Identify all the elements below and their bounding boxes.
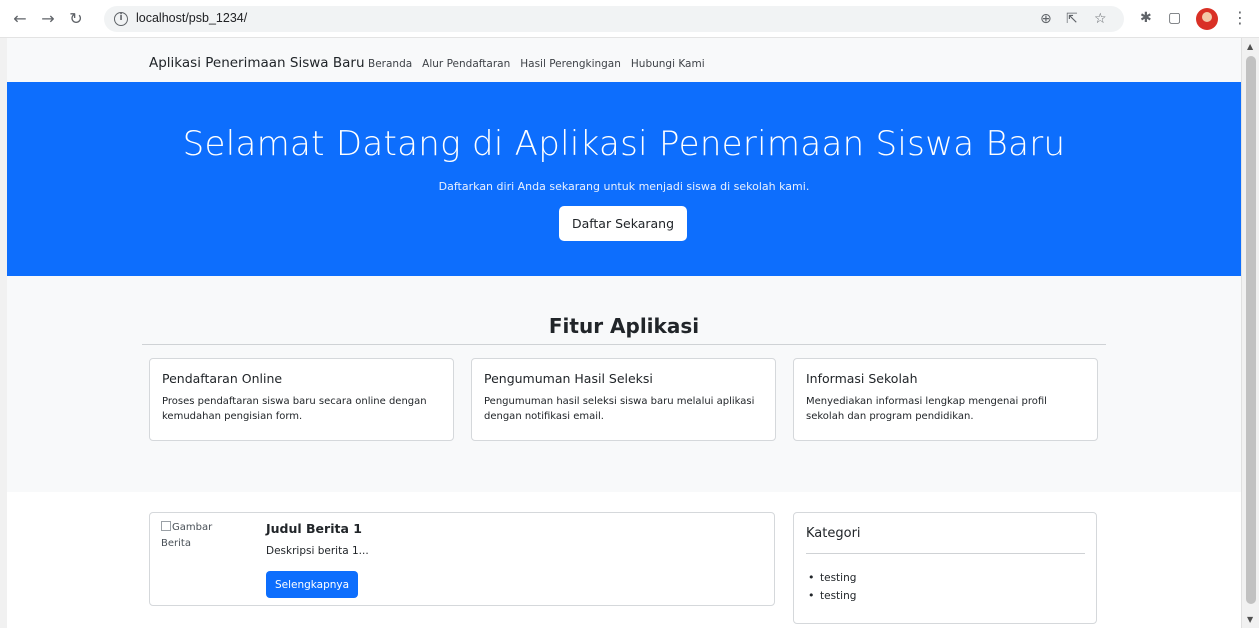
info-icon[interactable]: i bbox=[114, 12, 128, 26]
scroll-down-icon[interactable]: ▼ bbox=[1247, 615, 1253, 624]
puzzle-icon[interactable]: ✱ bbox=[1140, 10, 1152, 26]
news-section: Gambar Berita Judul Berita 1 Deskripsi b… bbox=[7, 492, 1241, 628]
news-image: Gambar Berita bbox=[161, 520, 231, 552]
broken-image-icon bbox=[161, 521, 171, 531]
scrollbar[interactable]: ▲ ▼ bbox=[1241, 38, 1259, 628]
nav-link-hubungi-kami[interactable]: Hubungi Kami bbox=[631, 58, 705, 70]
star-icon[interactable]: ☆ bbox=[1094, 11, 1107, 27]
back-arrow-icon[interactable]: ← bbox=[10, 9, 30, 29]
scroll-up-icon[interactable]: ▲ bbox=[1247, 42, 1253, 51]
zoom-icon[interactable]: ⊕ bbox=[1040, 11, 1052, 27]
browser-toolbar: ← → ↻ i localhost/psb_1234/ ⊕ ⇱ ☆ ✱ ▢ ⋮ bbox=[0, 0, 1259, 38]
selengkapnya-button[interactable]: Selengkapnya bbox=[266, 571, 358, 598]
address-bar[interactable]: i localhost/psb_1234/ ⊕ ⇱ ☆ bbox=[104, 6, 1124, 32]
feature-card: Pendaftaran Online Proses pendaftaran si… bbox=[149, 358, 454, 441]
navbar-links: Beranda Alur Pendaftaran Hasil Perengkin… bbox=[368, 58, 705, 70]
nav-link-hasil-perengkingan[interactable]: Hasil Perengkingan bbox=[520, 58, 621, 70]
hero-subtitle: Daftarkan diri Anda sekarang untuk menja… bbox=[438, 180, 810, 193]
daftar-sekarang-button[interactable]: Daftar Sekarang bbox=[559, 206, 687, 241]
news-title[interactable]: Judul Berita 1 bbox=[266, 521, 362, 536]
feature-card: Informasi Sekolah Menyediakan informasi … bbox=[793, 358, 1098, 441]
url-text[interactable]: localhost/psb_1234/ bbox=[136, 11, 247, 25]
hero-section: Selamat Datang di Aplikasi Penerimaan Si… bbox=[7, 82, 1241, 276]
feature-card-title: Pendaftaran Online bbox=[162, 371, 283, 386]
top-navbar: Aplikasi Penerimaan Siswa Baru Beranda A… bbox=[7, 38, 1241, 82]
feature-card: Pengumuman Hasil Seleksi Pengumuman hasi… bbox=[471, 358, 776, 441]
features-divider bbox=[142, 344, 1106, 345]
reload-icon[interactable]: ↻ bbox=[66, 9, 86, 29]
category-list: testing testing bbox=[808, 569, 856, 605]
share-icon[interactable]: ⇱ bbox=[1066, 11, 1078, 27]
feature-card-text: Proses pendaftaran siswa baru secara onl… bbox=[162, 396, 427, 422]
feature-card-title: Pengumuman Hasil Seleksi bbox=[484, 371, 653, 386]
hero-title: Selamat Datang di Aplikasi Penerimaan Si… bbox=[182, 124, 1066, 164]
category-divider bbox=[806, 553, 1085, 554]
feature-card-text: Pengumuman hasil seleksi siswa baru mela… bbox=[484, 396, 755, 422]
forward-arrow-icon[interactable]: → bbox=[38, 9, 58, 29]
scroll-thumb[interactable] bbox=[1246, 56, 1256, 604]
sidepanel-icon[interactable]: ▢ bbox=[1168, 10, 1181, 26]
category-item[interactable]: testing bbox=[808, 569, 856, 587]
news-card: Gambar Berita Judul Berita 1 Deskripsi b… bbox=[149, 512, 775, 606]
news-description: Deskripsi berita 1... bbox=[266, 545, 369, 557]
feature-card-text: Menyediakan informasi lengkap mengenai p… bbox=[806, 396, 1047, 422]
menu-dots-icon[interactable]: ⋮ bbox=[1232, 8, 1248, 27]
feature-card-title: Informasi Sekolah bbox=[806, 371, 918, 386]
profile-avatar[interactable] bbox=[1196, 8, 1218, 30]
nav-link-beranda[interactable]: Beranda bbox=[368, 58, 412, 70]
page-content: Aplikasi Penerimaan Siswa Baru Beranda A… bbox=[7, 38, 1241, 628]
category-item[interactable]: testing bbox=[808, 587, 856, 605]
navbar-brand[interactable]: Aplikasi Penerimaan Siswa Baru bbox=[149, 55, 365, 71]
category-card: Kategori testing testing bbox=[793, 512, 1097, 624]
features-section: Fitur Aplikasi Pendaftaran Online Proses… bbox=[7, 276, 1241, 492]
nav-link-alur-pendaftaran[interactable]: Alur Pendaftaran bbox=[422, 58, 510, 70]
features-title: Fitur Aplikasi bbox=[548, 314, 700, 338]
category-title: Kategori bbox=[806, 526, 861, 541]
